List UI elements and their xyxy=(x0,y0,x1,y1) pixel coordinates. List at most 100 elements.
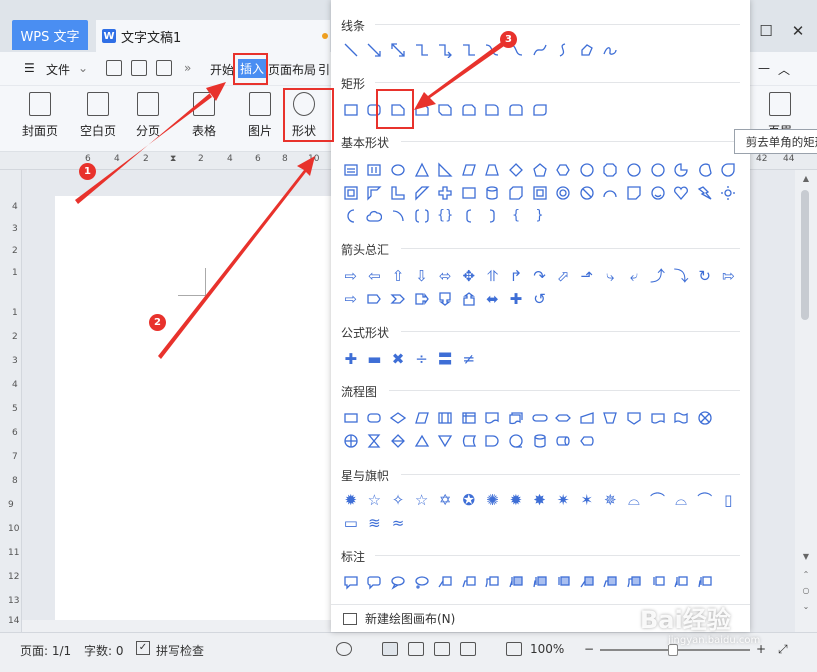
line-callout-3-shape-icon[interactable] xyxy=(481,571,505,593)
half-frame-shape-icon[interactable] xyxy=(363,182,387,204)
ruler-indent-icon[interactable]: ⧗ xyxy=(170,154,176,164)
rect-callout-shape-icon[interactable] xyxy=(339,571,363,593)
star-24-shape-icon[interactable]: ✶ xyxy=(575,489,599,511)
document-page[interactable] xyxy=(55,196,355,636)
l-shape-icon[interactable] xyxy=(386,182,410,204)
pentagon-shape-icon[interactable] xyxy=(528,159,552,181)
flowchart-sequential-access-shape-icon[interactable] xyxy=(504,430,528,452)
down-arrow-shape-icon[interactable]: ⇩ xyxy=(410,265,434,287)
bent-arrow-shape-icon[interactable]: ↱ xyxy=(504,265,528,287)
scroll-down-icon[interactable]: ▼ xyxy=(795,548,817,564)
flowchart-offpage-connector-shape-icon[interactable] xyxy=(646,407,670,429)
rectangle-shape-icon[interactable] xyxy=(339,99,363,121)
minimize-icon[interactable]: — xyxy=(758,61,770,75)
print-icon[interactable] xyxy=(156,60,172,76)
flowchart-display-shape-icon[interactable] xyxy=(575,430,599,452)
curved-right-arrow-shape-icon[interactable]: ⤷ xyxy=(599,265,623,287)
arc-shape-icon[interactable] xyxy=(386,205,410,227)
smiley-face-shape-icon[interactable] xyxy=(646,182,670,204)
chevron-down-icon[interactable]: ⌄ xyxy=(78,61,88,75)
wave-shape-icon[interactable]: ≋ xyxy=(363,512,387,534)
horizontal-scrollbar[interactable] xyxy=(22,620,332,632)
equal-shape-icon[interactable]: 〓 xyxy=(433,348,457,370)
curved-ribbon-up-shape-icon[interactable]: ⌓ xyxy=(669,489,693,511)
vertical-scrollbar[interactable]: ▲ ▼ ⌃ ○ ⌄ xyxy=(795,170,817,632)
can-shape-icon[interactable] xyxy=(481,182,505,204)
oval-shape-icon[interactable] xyxy=(386,159,410,181)
freeform-shape-icon[interactable] xyxy=(575,39,599,61)
star-32-shape-icon[interactable]: ✵ xyxy=(599,489,623,511)
circular-arrow-shape-icon[interactable]: ↻ xyxy=(693,265,717,287)
minus-shape-icon[interactable]: ▬ xyxy=(363,348,387,370)
plaque-shape-icon[interactable] xyxy=(457,182,481,204)
star-6-shape-icon[interactable]: ✡ xyxy=(433,489,457,511)
maximize-icon[interactable]: ☐ xyxy=(755,20,777,42)
line-callout-11-shape-icon[interactable] xyxy=(669,571,693,593)
parallelogram-shape-icon[interactable] xyxy=(457,159,481,181)
flowchart-decision-shape-icon[interactable] xyxy=(386,407,410,429)
flowchart-extract-shape-icon[interactable] xyxy=(410,430,434,452)
left-right-up-arrow-shape-icon[interactable]: ⥣ xyxy=(481,265,505,287)
chevron-shape-icon[interactable] xyxy=(386,288,410,310)
no-symbol-shape-icon[interactable] xyxy=(575,182,599,204)
not-equal-shape-icon[interactable]: ≠ xyxy=(457,348,481,370)
up-arrow-shape-icon[interactable]: ⇧ xyxy=(386,265,410,287)
menu-file[interactable]: 文件 xyxy=(46,61,70,78)
line-callout-1-shape-icon[interactable] xyxy=(433,571,457,593)
flowchart-document-shape-icon[interactable] xyxy=(481,407,505,429)
line-callout-5-shape-icon[interactable] xyxy=(528,571,552,593)
flowchart-preparation-shape-icon[interactable] xyxy=(551,407,575,429)
flowchart-stored-data-shape-icon[interactable] xyxy=(457,430,481,452)
table-button[interactable]: 表格 xyxy=(192,92,216,139)
right-brace-shape-icon[interactable]: } xyxy=(528,205,552,227)
flowchart-manual-input-shape-icon[interactable] xyxy=(575,407,599,429)
arrow-line-shape-icon[interactable] xyxy=(363,39,387,61)
down-arrow-callout-shape-icon[interactable] xyxy=(433,288,457,310)
diamond-shape-icon[interactable] xyxy=(504,159,528,181)
line-callout-9-shape-icon[interactable] xyxy=(622,571,646,593)
u-turn-arrow-shape-icon[interactable]: ↷ xyxy=(528,265,552,287)
quad-arrow-shape-icon[interactable]: ✥ xyxy=(457,265,481,287)
double-brace-shape-icon[interactable]: {} xyxy=(433,205,457,227)
star-8-shape-icon[interactable]: ✺ xyxy=(481,489,505,511)
decagon-shape-icon[interactable] xyxy=(622,159,646,181)
hamburger-icon[interactable]: ☰ xyxy=(24,61,35,75)
flowchart-data-shape-icon[interactable] xyxy=(410,407,434,429)
flowchart-terminator-shape-icon[interactable] xyxy=(528,407,552,429)
fullscreen-icon[interactable]: ⤢ xyxy=(778,642,788,657)
lightning-bolt-shape-icon[interactable] xyxy=(693,182,717,204)
picture-button[interactable]: 图片 xyxy=(248,92,272,139)
export-pdf-icon[interactable] xyxy=(131,60,147,76)
chord-shape-icon[interactable] xyxy=(693,159,717,181)
flowchart-summing-junction-shape-icon[interactable] xyxy=(693,407,717,429)
page-up-icon[interactable]: ⌃ xyxy=(795,566,817,582)
line-callout-8-shape-icon[interactable] xyxy=(599,571,623,593)
curved-up-arrow-shape-icon[interactable]: ⤴ xyxy=(646,265,670,287)
flowchart-internal-storage-shape-icon[interactable] xyxy=(457,407,481,429)
striped-right-arrow-shape-icon[interactable]: ⇰ xyxy=(717,265,741,287)
double-arrow-line-shape-icon[interactable] xyxy=(386,39,410,61)
round-same-side-rect-shape-icon[interactable] xyxy=(504,99,528,121)
star-5-shape-icon[interactable]: ☆ xyxy=(363,489,387,511)
line-callout-6-shape-icon[interactable] xyxy=(551,571,575,593)
star-10-shape-icon[interactable]: ✹ xyxy=(504,489,528,511)
pie-shape-icon[interactable] xyxy=(669,159,693,181)
flowchart-direct-access-shape-icon[interactable] xyxy=(551,430,575,452)
curved-double-arrow-shape-icon[interactable] xyxy=(528,39,552,61)
vertical-text-box-shape-icon[interactable] xyxy=(363,159,387,181)
flowchart-or-shape-icon[interactable] xyxy=(339,430,363,452)
line-callout-12-shape-icon[interactable] xyxy=(693,571,717,593)
circular-arrow-callout-shape-icon[interactable]: ↺ xyxy=(528,288,552,310)
curve-shape-icon[interactable] xyxy=(551,39,575,61)
cube-shape-icon[interactable] xyxy=(504,182,528,204)
zoom-out-icon[interactable]: − xyxy=(584,642,594,656)
donut-shape-icon[interactable] xyxy=(551,182,575,204)
flowchart-collate-shape-icon[interactable] xyxy=(363,430,387,452)
blank-page-button[interactable]: 空白页 xyxy=(80,92,116,139)
text-box-shape-icon[interactable] xyxy=(339,159,363,181)
flowchart-connector-shape-icon[interactable] xyxy=(622,407,646,429)
line-callout-4-shape-icon[interactable] xyxy=(504,571,528,593)
save-icon[interactable] xyxy=(106,60,122,76)
eye-icon[interactable] xyxy=(336,642,352,656)
flowchart-card-shape-icon[interactable] xyxy=(669,407,693,429)
